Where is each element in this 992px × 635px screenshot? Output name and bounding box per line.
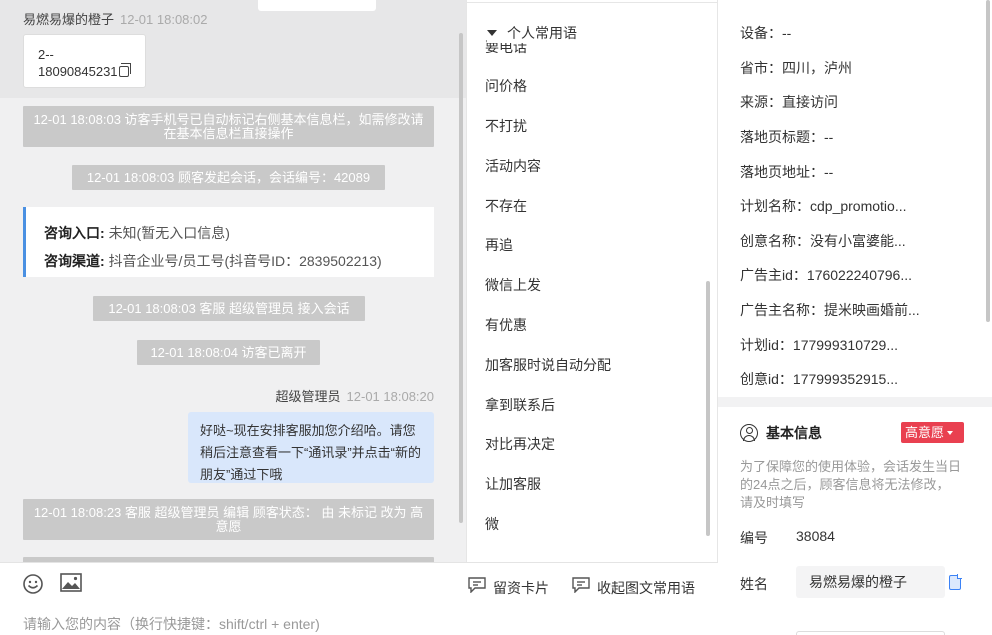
- collapse-phrases-button[interactable]: 收起图文常用语: [597, 578, 695, 598]
- system-message: 12-01 18:08:03 顾客发起会话，会话编号：42089: [72, 165, 385, 190]
- info-key: 广告主id：: [740, 267, 807, 283]
- emoji-icon[interactable]: [22, 573, 44, 598]
- system-message: 12-01 18:08:04 访客已离开: [137, 340, 320, 365]
- entry-label: 咨询入口:: [44, 225, 105, 241]
- info-row-landing-title: 落地页标题：--: [740, 127, 833, 147]
- basic-info-title: 基本信息: [766, 425, 822, 441]
- name-label: 姓名: [740, 576, 768, 592]
- entry-info-card: 咨询入口: 未知(暂无入口信息) 咨询渠道: 抖音企业号/员工号(抖音号ID：2…: [23, 207, 434, 277]
- intent-status-label: 高意愿: [905, 425, 945, 440]
- info-value: 直接访问: [782, 94, 838, 110]
- customer-info-panel: 设备：-- 省市：四川，泸州 来源：直接访问 落地页标题：-- 落地页地址：--…: [718, 0, 992, 635]
- info-row-creative-name: 创意名称：没有小富婆能...: [740, 231, 906, 251]
- info-row-source: 来源：直接访问: [740, 92, 838, 112]
- info-value: 176022240796...: [806, 267, 913, 283]
- info-key: 设备：: [740, 25, 782, 41]
- phrase-item[interactable]: 对比再决定: [485, 434, 555, 454]
- info-key: 创意id：: [740, 371, 793, 387]
- info-value: 177999310729...: [792, 337, 899, 353]
- lead-card-button[interactable]: 留资卡片: [493, 578, 549, 598]
- message-input[interactable]: 请输入您的内容（换行快捷键：shift/ctrl + enter): [23, 614, 320, 634]
- system-message: 12-01 18:08:23 客服 超级管理员 编辑 顾客状态： 由 未标记 改…: [23, 499, 434, 540]
- phrase-item[interactable]: 再追: [485, 235, 513, 255]
- info-key: 落地页标题：: [740, 129, 824, 145]
- basic-info-header: 基本信息: [740, 423, 822, 443]
- phrase-item[interactable]: 拿到联系后: [485, 395, 555, 415]
- visitor-name: 易燃易爆的橙子: [23, 12, 115, 27]
- popup-edge: [258, 0, 376, 11]
- image-icon[interactable]: [60, 573, 82, 596]
- system-message: 12-01 18:08:03 访客手机号已自动标记右侧基本信息栏，如需修改请在基…: [23, 106, 434, 147]
- info-row-advertiser-name: 广告主名称：提米映画婚前...: [740, 300, 920, 320]
- phrase-item[interactable]: 加客服时说自动分配: [485, 355, 611, 375]
- channel-label: 咨询渠道:: [44, 253, 105, 269]
- info-key: 省市：: [740, 60, 782, 76]
- phrases-group-title: 个人常用语: [507, 25, 577, 41]
- copy-icon[interactable]: [118, 63, 131, 77]
- info-value: --: [824, 129, 834, 145]
- phrase-item[interactable]: 不存在: [485, 196, 527, 216]
- info-key: 来源：: [740, 94, 782, 110]
- info-value: 没有小富婆能...: [810, 233, 906, 249]
- phone-card: 2-- 18090845231: [23, 34, 146, 88]
- phone-number: 18090845231: [38, 64, 118, 79]
- agent-message-time: 12-01 18:08:20: [346, 389, 434, 404]
- system-message: 12-01 18:08:03 客服 超级管理员 接入会话: [93, 296, 365, 321]
- caret-down-icon: [947, 431, 954, 435]
- info-key: 落地页地址：: [740, 164, 824, 180]
- user-icon: [740, 424, 758, 442]
- phrases-scrollbar[interactable]: [706, 281, 710, 536]
- collapse-triangle-icon: [487, 30, 497, 36]
- info-row-landing-url: 落地页地址：--: [740, 162, 833, 182]
- copy-document-icon[interactable]: [949, 574, 962, 590]
- info-row-creative-id: 创意id：177999352915...: [740, 369, 898, 389]
- info-row-advertiser-id: 广告主id：176022240796...: [740, 265, 912, 285]
- agent-message-bubble: 好哒~现在安排客服加您介绍哈。请您稍后注意查看一下“通讯录”并点击“新的朋友”通…: [188, 412, 434, 483]
- phrases-group-header[interactable]: 个人常用语: [487, 23, 585, 43]
- info-row-plan-name: 计划名称：cdp_promotio...: [740, 196, 907, 216]
- edit-notice: 为了保障您的使用体验，会话发生当日的24点之后，顾客信息将无法修改，请及时填写: [740, 459, 962, 510]
- info-value: cdp_promotio...: [810, 198, 907, 214]
- info-key: 计划名称：: [740, 198, 810, 214]
- phrase-item[interactable]: 问价格: [485, 76, 527, 96]
- info-row-device: 设备：--: [740, 23, 791, 43]
- number-label: 编号: [740, 530, 768, 546]
- visitor-header: 易燃易爆的橙子 12-01 18:08:02: [23, 9, 207, 28]
- channel-value: 抖音企业号/员工号(抖音号ID：2839502213): [108, 253, 382, 269]
- phrase-item[interactable]: 活动内容: [485, 156, 541, 176]
- phone-card-line1: 2--: [38, 47, 54, 62]
- info-value: 177999352915...: [792, 371, 899, 387]
- entry-value: 未知(暂无入口信息): [108, 225, 230, 241]
- chat-toolbar: 留资卡片 收起图文常用语: [0, 562, 718, 607]
- info-scrollbar[interactable]: [986, 0, 990, 322]
- info-row-plan-id: 计划id：177999310729...: [740, 335, 898, 355]
- phrase-item[interactable]: 不打扰: [485, 116, 527, 136]
- chat-panel: 易燃易爆的橙子 12-01 18:08:02 2-- 18090845231 12…: [0, 0, 466, 562]
- phrase-item[interactable]: 微: [485, 514, 499, 534]
- info-value: --: [824, 164, 834, 180]
- info-value: 四川，泸州: [782, 60, 852, 76]
- agent-name: 超级管理员: [275, 389, 341, 404]
- phrase-item[interactable]: 有优惠: [485, 315, 527, 335]
- phrase-item[interactable]: 微信上发: [485, 275, 541, 295]
- phrases-icon: [572, 577, 590, 596]
- phrases-divider: [467, 2, 717, 3]
- info-key: 创意名称：: [740, 233, 810, 249]
- number-value: 38084: [796, 528, 835, 544]
- visitor-message-time: 12-01 18:08:02: [120, 12, 208, 27]
- phrase-item[interactable]: 让加客服: [485, 474, 541, 494]
- agent-header: 超级管理员 12-01 18:08:20: [276, 386, 434, 405]
- info-key: 计划id：: [740, 337, 793, 353]
- next-field-partial[interactable]: [796, 631, 945, 635]
- info-value: --: [782, 25, 792, 41]
- card-icon: [468, 577, 486, 596]
- info-row-region: 省市：四川，泸州: [740, 58, 852, 78]
- phrases-panel: 个人常用语 要电话 问价格 不打扰 活动内容 不存在 再追 微信上发 有优惠 加…: [466, 0, 718, 562]
- intent-status-dropdown[interactable]: 高意愿: [901, 422, 964, 443]
- section-divider: [718, 397, 992, 407]
- info-value: 提米映画婚前...: [824, 302, 920, 318]
- info-key: 广告主名称：: [740, 302, 824, 318]
- name-field[interactable]: 易燃易爆的橙子: [796, 566, 945, 598]
- chat-scrollbar[interactable]: [459, 33, 463, 523]
